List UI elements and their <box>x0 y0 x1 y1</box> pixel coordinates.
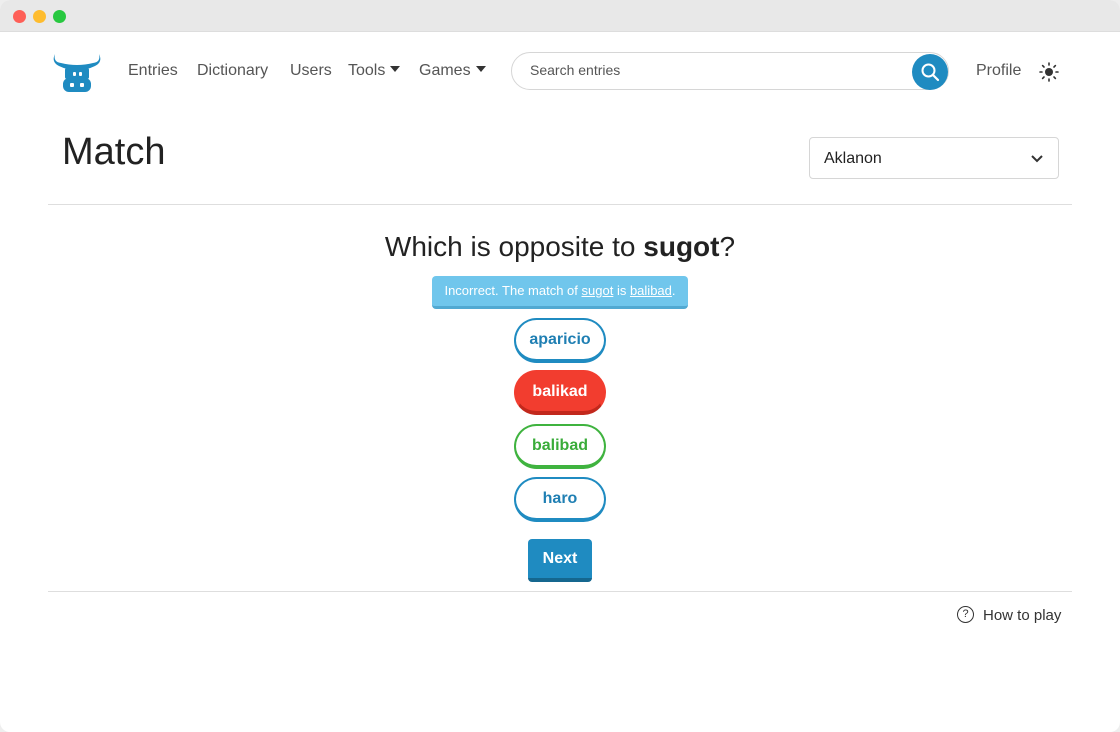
chevron-down-icon <box>1031 155 1043 163</box>
sun-icon[interactable] <box>1039 62 1059 82</box>
search-button[interactable] <box>912 54 948 90</box>
language-select-value: Aklanon <box>824 150 882 167</box>
feedback-suffix: . <box>671 283 676 298</box>
question-prefix: Which is opposite to <box>384 231 644 262</box>
how-to-play-label: How to play <box>983 607 1062 624</box>
feedback-middle: is <box>613 283 630 298</box>
question-text: Which is opposite to sugot? <box>0 231 1120 263</box>
nav-games-dropdown[interactable]: Games <box>419 62 486 80</box>
caret-down-icon <box>390 66 401 72</box>
language-select[interactable]: Aklanon <box>809 137 1059 179</box>
option-button[interactable]: haro <box>514 477 606 522</box>
nav-entries-link[interactable]: Entries <box>128 62 178 80</box>
nav-dictionary-link[interactable]: Dictionary <box>197 62 268 80</box>
page-title: Match <box>62 131 166 173</box>
bottom-divider <box>48 591 1072 592</box>
option-button[interactable]: aparicio <box>514 318 606 363</box>
feedback-alert: Incorrect. The match of sugot is balibad… <box>432 276 688 309</box>
next-button[interactable]: Next <box>528 539 592 582</box>
search-input[interactable] <box>530 62 900 78</box>
maximize-window-button[interactable] <box>53 10 66 23</box>
nav-games-label: Games <box>419 62 471 79</box>
feedback-prefix: Incorrect. The match of <box>444 283 582 298</box>
app-window: Entries Dictionary Users Tools Games Pro… <box>0 0 1120 732</box>
caret-down-icon <box>475 66 486 72</box>
minimize-window-button[interactable] <box>33 10 46 23</box>
question-word: sugot <box>643 231 720 262</box>
profile-link[interactable]: Profile <box>976 62 1021 80</box>
close-window-button[interactable] <box>13 10 26 23</box>
option-button-correct[interactable]: balibad <box>514 424 606 469</box>
top-divider <box>48 204 1072 205</box>
nav-tools-dropdown[interactable]: Tools <box>348 62 401 80</box>
search-icon <box>921 63 940 82</box>
feedback-word-link[interactable]: sugot <box>582 283 614 298</box>
nav-users-link[interactable]: Users <box>290 62 332 80</box>
app-logo-icon[interactable] <box>51 48 103 94</box>
window-titlebar <box>0 0 1120 32</box>
question-circle-icon: ? <box>957 606 974 623</box>
navbar: Entries Dictionary Users Tools Games Pro… <box>0 32 1120 112</box>
nav-tools-label: Tools <box>348 62 386 79</box>
question-suffix: ? <box>719 231 736 262</box>
feedback-answer-link[interactable]: balibad <box>630 283 672 298</box>
option-button-wrong[interactable]: balikad <box>514 370 606 415</box>
search-bar <box>511 52 949 90</box>
